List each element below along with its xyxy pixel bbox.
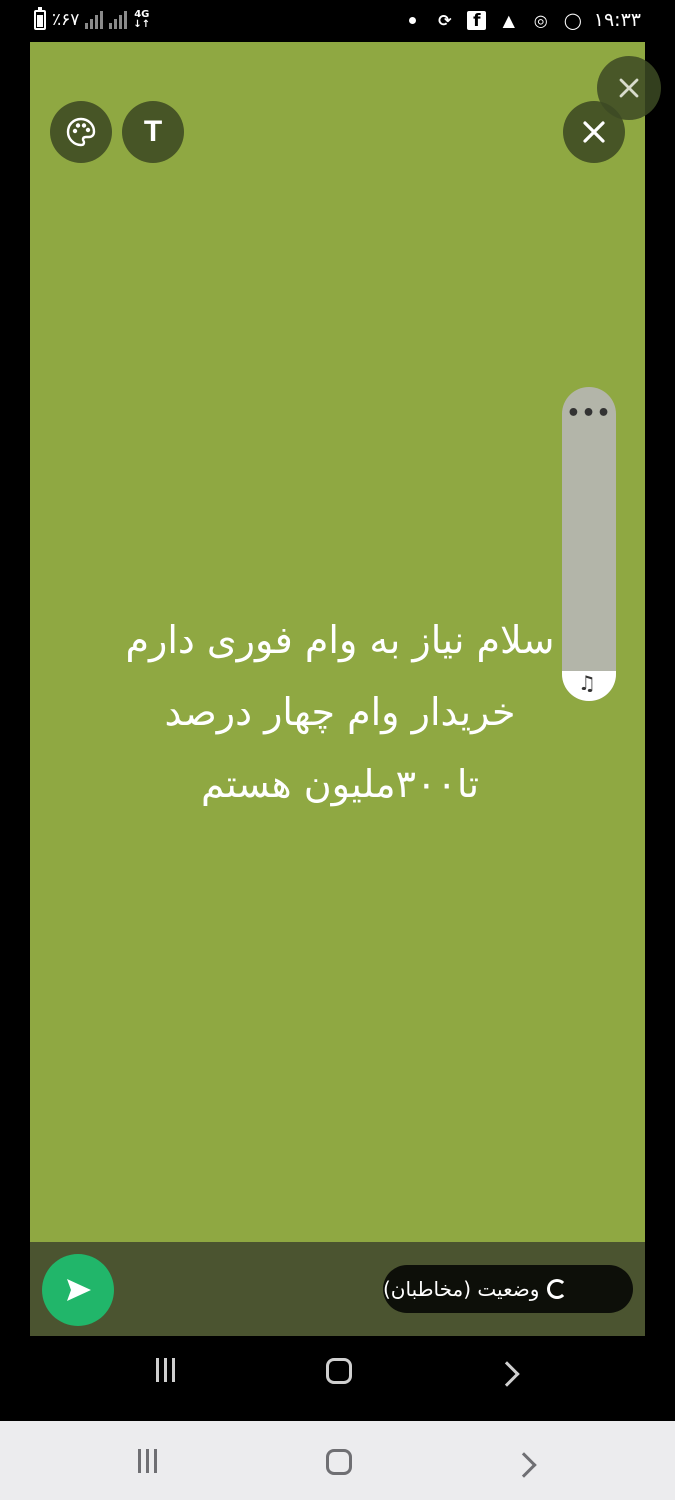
side-tool-panel[interactable]: ••• ♫ [562, 387, 616, 701]
clock: ۱۹:۳۳ [593, 9, 641, 31]
status-bar-left: ٪۶۷ 4G ↓↑ [34, 7, 151, 30]
home-icon-outer[interactable] [326, 1449, 352, 1475]
more-options-icon[interactable]: ••• [562, 401, 616, 426]
system-navigation-bar [0, 1421, 675, 1500]
status-composer-canvas[interactable]: T سلام نیاز به وام فوری دارم خریدار وام … [30, 42, 645, 1242]
phone-screen: ٪۶۷ 4G ↓↑ ⟳ f ▲ ◎ ◯ ۱۹:۳۳ T سلام نیاز به… [0, 0, 675, 1500]
network-type: 4G ↓↑ [133, 9, 151, 30]
warning-icon: ▲ [502, 10, 515, 30]
status-audience-selector[interactable]: وضعیت (مخاطبان) [383, 1265, 633, 1313]
status-bar-right: ⟳ f ▲ ◎ ◯ ۱۹:۳۳ [402, 9, 641, 31]
app-navigation-bar [0, 1336, 675, 1420]
close-icon-corner [619, 78, 639, 98]
sync-icon: ⟳ [438, 10, 452, 30]
battery-icon [34, 7, 46, 30]
whatsapp-icon: ◯ [563, 10, 582, 30]
back-icon-outer[interactable] [511, 1452, 537, 1478]
status-audience-label: وضعیت (مخاطبان) [383, 1277, 540, 1301]
status-action-bar: وضعیت (مخاطبان) [30, 1242, 645, 1336]
home-icon[interactable] [326, 1358, 352, 1384]
facebook-icon: f [466, 9, 488, 31]
music-note-icon[interactable]: ♫ [578, 671, 600, 695]
whatsapp-business-icon: ◎ [533, 10, 548, 30]
signal-icon-2 [109, 11, 128, 29]
recent-apps-icon[interactable] [156, 1358, 175, 1382]
text-tool-label: T [143, 115, 163, 148]
status-text-line-2: خریدار وام چهار درصد [164, 690, 516, 734]
color-palette-button[interactable] [50, 101, 112, 163]
battery-percent: ٪۶۷ [52, 10, 80, 30]
recent-apps-icon-outer[interactable] [138, 1449, 157, 1473]
close-icon [583, 121, 605, 143]
status-audience-icon [547, 1279, 568, 1299]
status-bar: ٪۶۷ 4G ↓↑ ⟳ f ▲ ◎ ◯ ۱۹:۳۳ [0, 0, 675, 44]
status-text-line-3: تا۳۰۰ملیون هستم [200, 762, 480, 806]
send-button[interactable] [42, 1254, 114, 1326]
palette-icon [66, 117, 96, 147]
status-text-line-1: سلام نیاز به وام فوری دارم [125, 618, 555, 662]
send-icon [67, 1279, 91, 1301]
dismiss-overlay-button[interactable] [597, 56, 661, 120]
signal-icon [85, 11, 104, 29]
back-icon[interactable] [494, 1361, 520, 1387]
status-text[interactable]: سلام نیاز به وام فوری دارم خریدار وام چه… [60, 618, 620, 806]
network-type-label: 4G [134, 9, 150, 20]
dot-icon [402, 9, 424, 31]
text-style-button[interactable]: T [122, 101, 184, 163]
